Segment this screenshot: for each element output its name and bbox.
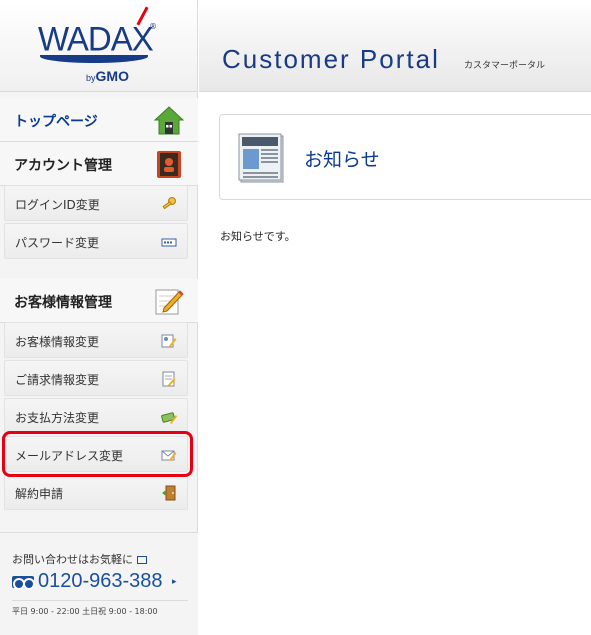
- sidebar-item-password[interactable]: パスワード変更: [4, 223, 188, 259]
- contact-box: お問い合わせはお気軽に 0120-963-388 ▸ 平日 9:00 - 22:…: [0, 532, 198, 635]
- newspaper-icon: [238, 133, 284, 183]
- payment-icon: [161, 412, 177, 424]
- sidebar-item-login-id[interactable]: ログインID変更: [4, 185, 188, 221]
- news-panel: お知らせ: [219, 114, 591, 200]
- pencil-note-icon: [155, 289, 184, 315]
- contact-hours: 平日 9:00 - 22:00 土日祝 9:00 - 18:00: [12, 607, 158, 616]
- selection-highlight: [2, 431, 193, 477]
- sidebar-item-label: トップページ: [14, 114, 98, 130]
- sidebar-item-cancellation[interactable]: 解約申請: [4, 474, 188, 510]
- news-body: お知らせです。: [220, 230, 296, 243]
- page-title: Customer Portal: [222, 44, 440, 74]
- sidebar-item-label: お支払方法変更: [15, 411, 100, 425]
- contact-question: お問い合わせはお気軽に: [12, 551, 147, 567]
- divider: [12, 600, 188, 601]
- panel-title: お知らせ: [304, 149, 380, 171]
- sidebar-item-billing-info[interactable]: ご請求情報変更: [4, 360, 188, 396]
- page-subtitle: カスタマーポータル: [464, 61, 546, 71]
- sidebar-item-label: ログインID変更: [15, 198, 100, 212]
- logo-gmo-text: GMO: [95, 68, 129, 84]
- sidebar-section-account[interactable]: アカウント管理: [0, 142, 198, 186]
- billing-edit-icon: [162, 371, 176, 387]
- page-header: Customer Portal カスタマーポータル: [199, 0, 591, 92]
- key-icon: [162, 197, 176, 210]
- logo-wadax-text: WADAX: [38, 19, 154, 58]
- sidebar-item-label: 解約申請: [15, 487, 64, 501]
- sidebar-item-customer-info[interactable]: お客様情報変更: [4, 322, 188, 358]
- home-icon: [154, 106, 184, 135]
- edit-profile-icon: [161, 334, 177, 348]
- sidebar-section-label: アカウント管理: [14, 158, 112, 174]
- sidebar-item-payment-method[interactable]: お支払方法変更: [4, 398, 188, 434]
- logo-registered-mark: ®: [149, 22, 157, 31]
- address-book-icon: [157, 151, 181, 178]
- sidebar: WADAX ® byGMO トップページ アカウント管理 ログインID変更 パス…: [0, 0, 198, 635]
- contact-phone[interactable]: 0120-963-388: [38, 570, 163, 593]
- logo-swoosh: [40, 55, 148, 63]
- freedial-icon: [12, 576, 35, 590]
- sidebar-item-label: お客様情報変更: [15, 335, 100, 349]
- logo[interactable]: WADAX ® byGMO: [0, 0, 197, 92]
- new-window-icon[interactable]: [137, 556, 147, 564]
- sidebar-section-label: お客様情報管理: [14, 295, 112, 311]
- chevron-right-icon[interactable]: ▸: [172, 577, 177, 587]
- sidebar-item-label: ご請求情報変更: [15, 373, 100, 387]
- logo-by-text: by: [86, 73, 96, 83]
- logo-by-gmo: byGMO: [86, 68, 129, 84]
- contact-question-text: お問い合わせはお気軽に: [12, 553, 133, 566]
- exit-door-icon: [162, 485, 176, 501]
- password-field-icon: [161, 238, 177, 247]
- sidebar-section-customer[interactable]: お客様情報管理: [0, 279, 198, 323]
- sidebar-item-label: パスワード変更: [15, 236, 100, 250]
- sidebar-item-top-page[interactable]: トップページ: [0, 98, 198, 142]
